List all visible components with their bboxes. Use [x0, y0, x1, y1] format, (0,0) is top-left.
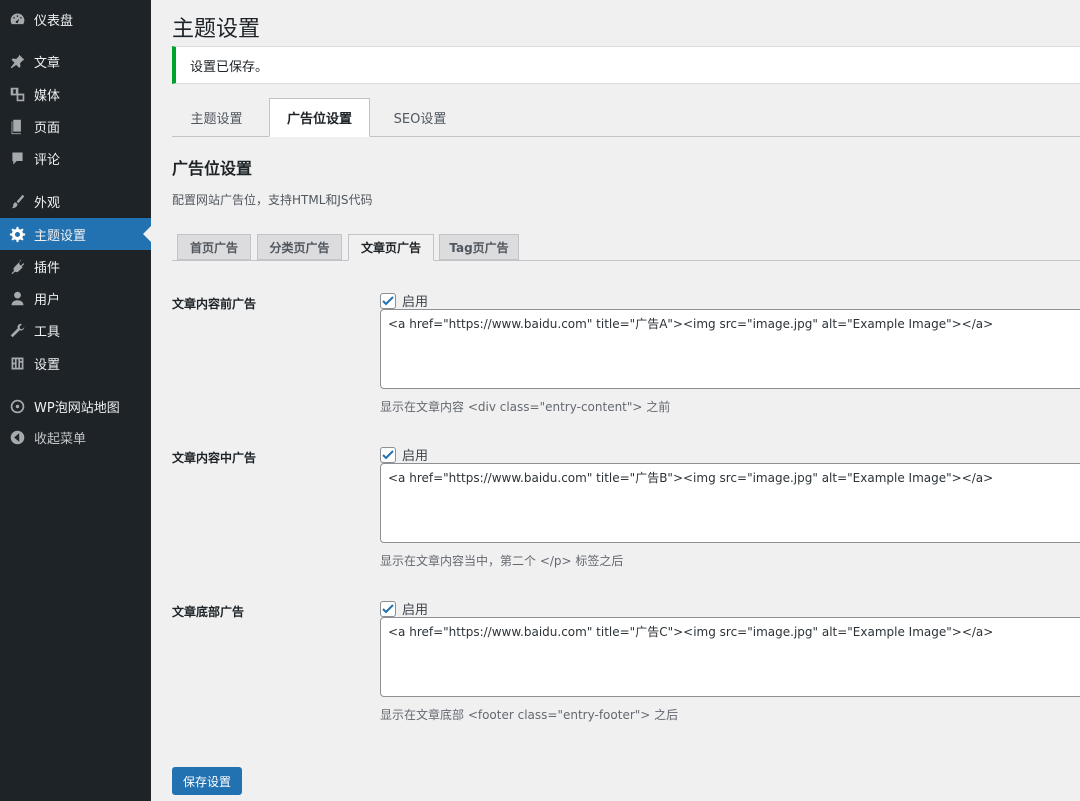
plugin-icon: [8, 257, 26, 275]
sidebar-item-theme-settings[interactable]: 主题设置: [0, 218, 151, 250]
tab-label: 广告位设置: [286, 112, 352, 127]
field-hint: 显示在文章内容当中，第二个 </p> 标签之后: [380, 554, 624, 568]
sidebar-item-media[interactable]: 媒体: [0, 78, 151, 110]
checkbox-label: 启用: [402, 603, 429, 618]
pin-icon: [8, 52, 26, 70]
checkbox-label: 启用: [402, 449, 429, 464]
subtab-tag-ads[interactable]: Tag页广告: [439, 234, 519, 260]
tab-theme-settings[interactable]: 主题设置: [172, 98, 261, 137]
sidebar-item-label: 媒体: [34, 88, 61, 104]
section-title: 广告位设置: [172, 159, 253, 178]
sidebar-item-label: 外观: [34, 195, 61, 211]
sidebar-item-appearance[interactable]: 外观: [0, 185, 151, 217]
subtab-home-ads[interactable]: 首页广告: [177, 234, 251, 260]
checkbox-label: 启用: [402, 295, 429, 310]
main-content: 主题设置 设置已保存。 主题设置 广告位设置 SEO设置 广告位设置 配置网站广…: [151, 0, 1080, 801]
sidebar-item-tools[interactable]: 工具: [0, 314, 151, 346]
checkbox-checked[interactable]: [380, 292, 396, 309]
tab-label: SEO设置: [393, 112, 447, 127]
sidebar-item-label: 仪表盘: [34, 13, 74, 29]
section-description: 配置网站广告位，支持HTML和JS代码: [172, 193, 373, 207]
enable-checkbox-row[interactable]: 启用: [380, 599, 428, 618]
field-label-footer: 文章底部广告: [172, 605, 245, 619]
field-hint: 显示在文章底部 <footer class="entry-footer"> 之后: [380, 708, 679, 722]
sidebar-item-label: 文章: [34, 55, 61, 71]
save-settings-button[interactable]: 保存设置: [172, 767, 242, 795]
tab-label: 主题设置: [190, 112, 243, 127]
wrench-icon: [8, 321, 26, 339]
subtab-article-ads[interactable]: 文章页广告: [348, 234, 434, 261]
subtab-category-ads[interactable]: 分类页广告: [257, 234, 342, 260]
notice-text: 设置已保存。: [190, 59, 269, 75]
ad-code-textarea[interactable]: <a href="https://www.baidu.com" title="广…: [380, 463, 1080, 543]
page-title: 主题设置: [172, 17, 261, 42]
sidebar-item-pages[interactable]: 页面: [0, 110, 151, 142]
sidebar-item-label: WP泡网站地图: [34, 400, 120, 416]
sidebar-item-dashboard[interactable]: 仪表盘: [0, 3, 151, 35]
subtab-label: 首页广告: [189, 240, 238, 255]
sidebar-item-label: 评论: [34, 152, 61, 168]
page-icon: [8, 117, 26, 135]
tab-ad-settings[interactable]: 广告位设置: [269, 98, 370, 137]
sidebar-item-label: 主题设置: [34, 228, 87, 244]
sitemap-icon: [8, 397, 26, 415]
media-icon: [8, 85, 26, 103]
checkbox-checked[interactable]: [380, 446, 396, 463]
sidebar-item-comments[interactable]: 评论: [0, 142, 151, 174]
ad-sub-tabs: 首页广告 分类页广告 文章页广告 Tag页广告: [172, 234, 1080, 261]
user-icon: [8, 289, 26, 307]
sidebar-item-sitemap[interactable]: WP泡网站地图: [0, 390, 151, 422]
sidebar-item-plugins[interactable]: 插件: [0, 250, 151, 282]
settings-icon: [8, 354, 26, 372]
sidebar-collapse-menu[interactable]: 收起菜单: [0, 421, 151, 453]
gear-icon: [8, 225, 26, 243]
collapse-icon: [8, 428, 26, 446]
field-hint: 显示在文章内容 <div class="entry-content"> 之前: [380, 400, 671, 414]
field-label-before-content: 文章内容前广告: [172, 297, 257, 311]
sidebar-item-label: 工具: [34, 324, 61, 340]
tab-seo-settings[interactable]: SEO设置: [377, 98, 463, 137]
ad-code-textarea[interactable]: <a href="https://www.baidu.com" title="广…: [380, 309, 1080, 389]
settings-tabs: 主题设置 广告位设置 SEO设置: [172, 98, 1080, 137]
sidebar-item-label: 收起菜单: [34, 431, 87, 447]
enable-checkbox-row[interactable]: 启用: [380, 445, 428, 464]
ad-code-textarea[interactable]: <a href="https://www.baidu.com" title="广…: [380, 617, 1080, 697]
sidebar-item-label: 设置: [34, 357, 61, 373]
sidebar-item-label: 页面: [34, 120, 61, 136]
brush-icon: [8, 192, 26, 210]
subtab-label: 分类页广告: [269, 240, 330, 255]
admin-sidebar: 仪表盘 文章 媒体 页面 评论 外观 主题设置 插件 用户 工具 设置 WP泡网…: [0, 0, 151, 801]
sidebar-item-label: 用户: [34, 292, 61, 308]
success-notice: 设置已保存。: [172, 46, 1080, 84]
sidebar-item-posts[interactable]: 文章: [0, 45, 151, 77]
subtab-label: Tag页广告: [449, 240, 509, 255]
checkbox-checked[interactable]: [380, 600, 396, 617]
sidebar-item-settings[interactable]: 设置: [0, 347, 151, 379]
field-label-mid-content: 文章内容中广告: [172, 451, 257, 465]
sidebar-item-label: 插件: [34, 260, 61, 276]
sidebar-item-users[interactable]: 用户: [0, 282, 151, 314]
enable-checkbox-row[interactable]: 启用: [380, 291, 428, 310]
comment-icon: [8, 149, 26, 167]
dashboard-icon: [8, 10, 26, 28]
subtab-label: 文章页广告: [360, 241, 421, 255]
